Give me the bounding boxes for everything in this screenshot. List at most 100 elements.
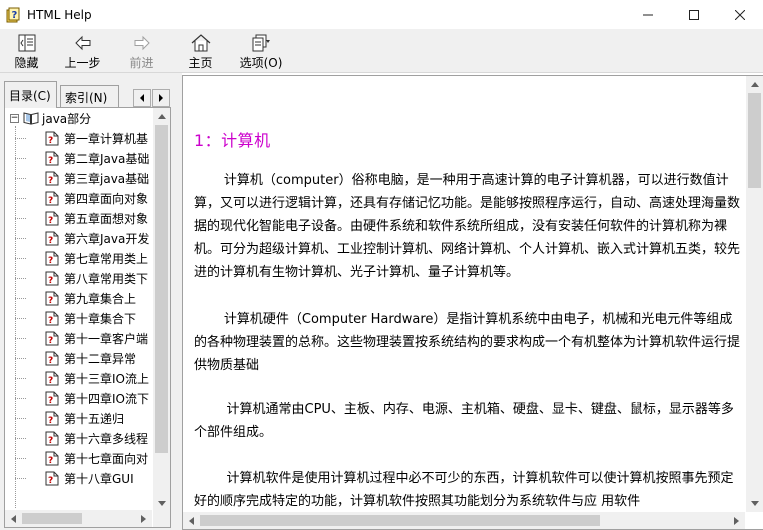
svg-text:?: ? [48, 176, 53, 186]
tree-item[interactable]: ? 第十二章异常 [45, 348, 136, 368]
scroll-left-icon[interactable] [5, 510, 22, 527]
svg-text:?: ? [48, 316, 53, 326]
tree-item[interactable]: ? 第十八章GUI [45, 468, 134, 488]
tree-item-label: 第十章集合下 [64, 311, 137, 326]
help-topic-icon: ? [45, 271, 59, 286]
help-topic-icon: ? [45, 311, 59, 326]
tree-item[interactable]: ? 第十四章IO流下 [45, 388, 149, 408]
tree-guide-line [15, 138, 26, 139]
tree-guide-line [15, 398, 26, 399]
scroll-left-icon[interactable] [183, 512, 200, 529]
tree-guide-line [15, 438, 26, 439]
contents-tree-frame: − java部分 ? 第一章计算机基? 第二章Java基础? 第三章java基础? 第四… [4, 107, 171, 528]
svg-text:?: ? [12, 10, 18, 21]
help-topic-icon: ? [45, 471, 59, 486]
svg-text:?: ? [48, 456, 53, 466]
tree-item-label: 第八章常用类下 [64, 271, 149, 286]
svg-text:?: ? [48, 436, 53, 446]
tree-item-label: 第十五递归 [64, 411, 125, 426]
tree-guide-line [15, 258, 26, 259]
scroll-down-icon[interactable] [746, 495, 763, 512]
svg-text:?: ? [48, 356, 53, 366]
tree-item[interactable]: ? 第一章计算机基 [45, 128, 148, 148]
help-topic-icon: ? [45, 391, 59, 406]
scroll-right-icon[interactable] [135, 510, 152, 527]
tree-item-label: 第十八章GUI [64, 471, 134, 486]
tree-guide-line [15, 338, 26, 339]
tree-item-label: 第三章java基础 [64, 171, 150, 186]
tree-guide-line [15, 278, 26, 279]
tree-item[interactable]: ? 第七章常用类上 [45, 248, 148, 268]
tree-item-label: 第十七章面向对 [64, 451, 149, 466]
tree-item[interactable]: ? 第四章面向对象 [45, 188, 148, 208]
close-button[interactable] [717, 0, 763, 29]
options-icon [250, 33, 272, 53]
tree-guide-line [15, 178, 26, 179]
minimize-button[interactable] [625, 0, 671, 29]
tab-index[interactable]: 索引(N) [60, 85, 119, 107]
scroll-up-icon[interactable] [153, 108, 170, 125]
triangle-right-icon [159, 94, 163, 102]
scroll-up-icon[interactable] [746, 76, 763, 93]
svg-text:?: ? [48, 476, 53, 486]
tree-horizontal-scrollbar[interactable] [5, 510, 152, 527]
tree-item[interactable]: ? 第八章常用类下 [45, 268, 148, 288]
help-topic-icon: ? [45, 431, 59, 446]
tree-guide-line [15, 126, 16, 508]
tree-item[interactable]: ? 第十一章客户端 [45, 328, 148, 348]
tree-root-label: java部分 [42, 111, 92, 126]
home-icon [190, 33, 212, 53]
help-topic-icon: ? [45, 291, 59, 306]
tree-item[interactable]: ? 第九章集合上 [45, 288, 136, 308]
back-button[interactable]: 上一步 [53, 29, 112, 73]
scroll-right-icon[interactable] [728, 512, 745, 529]
tree-item[interactable]: ? 第三章java基础 [45, 168, 149, 188]
content-vertical-scrollbar[interactable] [746, 76, 763, 512]
tree-guide-line [15, 358, 26, 359]
content-horizontal-scrollbar[interactable] [183, 512, 745, 529]
options-button[interactable]: 选项(O) [230, 29, 292, 73]
topic-content: 1：计算机 计算机（computer）俗称电脑，是一种用于高速计算的电子计算机器… [194, 76, 742, 512]
tree-item[interactable]: ? 第十七章面向对 [45, 448, 148, 468]
svg-text:?: ? [48, 376, 53, 386]
triangle-left-icon [140, 94, 144, 102]
tree-item-label: 第一章计算机基 [64, 131, 149, 146]
tab-contents[interactable]: 目录(C) [4, 81, 57, 108]
home-button[interactable]: 主页 [171, 29, 230, 73]
help-topic-icon: ? [45, 171, 59, 186]
tree-guide-line [15, 198, 26, 199]
help-topic-icon: ? [45, 251, 59, 266]
tree-guide-line [15, 418, 26, 419]
content-horizontal-thumb[interactable] [200, 515, 600, 526]
tree-item[interactable]: ? 第十章集合下 [45, 308, 136, 328]
help-topic-icon: ? [45, 191, 59, 206]
tree-item-label: 第十四章IO流下 [64, 391, 149, 406]
svg-text:?: ? [48, 336, 53, 346]
content-vertical-thumb[interactable] [748, 93, 761, 188]
tree-item[interactable]: ? 第五章面想对象 [45, 208, 148, 228]
hide-button[interactable]: 隐藏 [0, 29, 53, 73]
open-book-icon [23, 112, 39, 125]
maximize-button[interactable] [671, 0, 717, 29]
tree-vertical-scrollbar[interactable] [153, 108, 170, 512]
tree-item[interactable]: ? 第十五递归 [45, 408, 124, 428]
tree-horizontal-thumb[interactable] [22, 513, 82, 524]
tab-scroll-right-button[interactable] [152, 89, 170, 107]
collapse-icon[interactable]: − [10, 113, 19, 123]
tree-item[interactable]: ? 第十六章多线程 [45, 428, 148, 448]
hide-button-label: 隐藏 [14, 56, 39, 70]
tree-item-label: 第九章集合上 [64, 291, 137, 306]
tree-item[interactable]: ? 第二章Java基础 [45, 148, 149, 168]
tab-index-label: 索引(N) [65, 91, 108, 105]
tree-vertical-thumb[interactable] [155, 125, 168, 453]
help-topic-icon: ? [45, 351, 59, 366]
svg-text:?: ? [48, 196, 53, 206]
window-title: HTML Help [27, 7, 92, 22]
tree-item[interactable]: ? 第十三章IO流上 [45, 368, 149, 388]
paragraph-1: 计算机（computer）俗称电脑，是一种用于高速计算的电子计算机器，可以进行数… [194, 173, 741, 280]
forward-button[interactable]: 前进 [112, 29, 171, 73]
tree-root[interactable]: − java部分 [10, 108, 91, 128]
navigation-tabs: 目录(C) 索引(N) [0, 81, 177, 108]
tab-scroll-left-button[interactable] [133, 89, 151, 107]
tree-item[interactable]: ? 第六章Java开发 [45, 228, 149, 248]
